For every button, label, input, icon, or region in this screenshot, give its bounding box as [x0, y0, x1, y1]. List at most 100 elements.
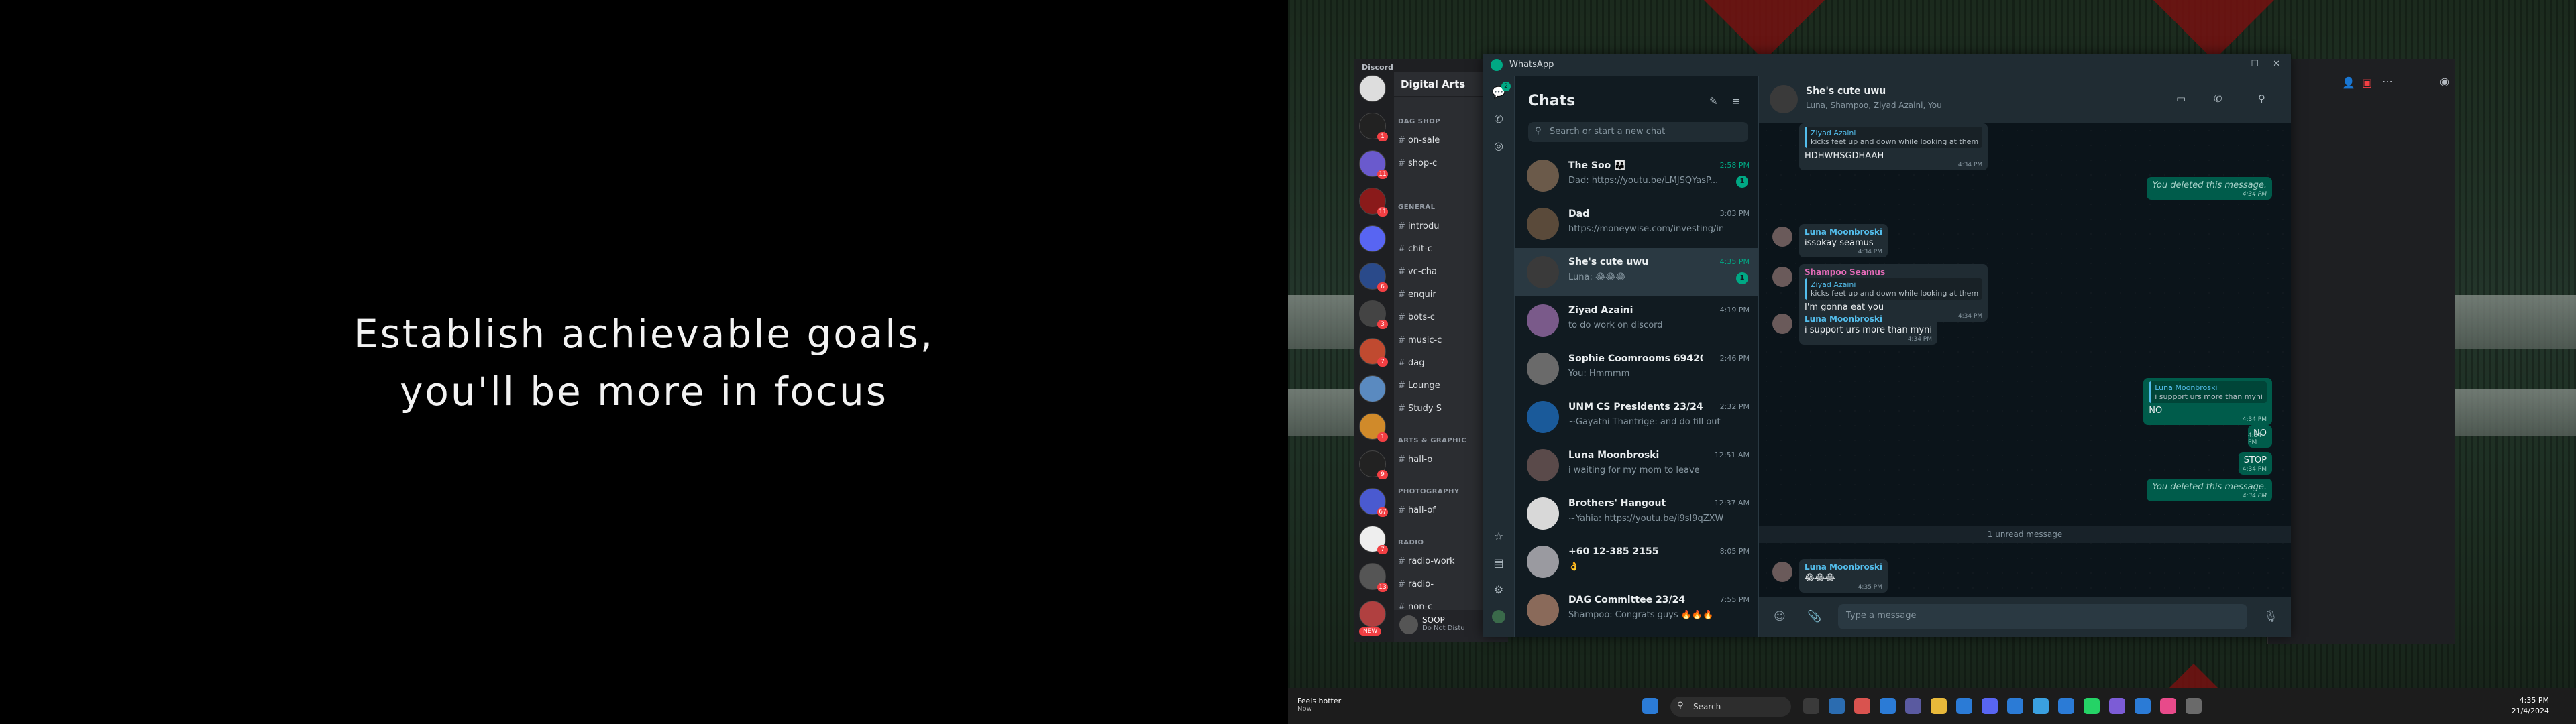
group-avatar[interactable]	[1770, 85, 1798, 113]
taskbar-app-icon[interactable]	[1931, 698, 1947, 714]
server-icon[interactable]: 9	[1359, 450, 1388, 479]
outgoing-message[interactable]: STOP 4:34 PM	[2238, 452, 2272, 475]
taskbar-app-icon[interactable]	[1803, 698, 1819, 714]
taskbar-app-icon[interactable]	[2160, 698, 2176, 714]
quoted-message[interactable]: Ziyad Azaini kicks feet up and down while…	[1805, 127, 1983, 148]
status-icon[interactable]: ◎	[1492, 139, 1505, 153]
chat-list-item[interactable]: Sophie Coomrooms 69420 You: Hmmmm 2:46 PM	[1515, 345, 1759, 393]
channel-category[interactable]: ARTS & GRAPHIC	[1398, 437, 1466, 444]
channel-item[interactable]: # hall-o	[1398, 455, 1432, 465]
taskbar-app-icon[interactable]	[1956, 698, 1972, 714]
chat-list-item[interactable]: She's cute uwu Luna: 😂😂😂 4:35 PM 1	[1515, 248, 1759, 296]
start-icon[interactable]	[1642, 698, 1658, 714]
outgoing-message[interactable]: Luna Moonbroski i support urs more than m…	[2143, 378, 2272, 425]
voice-call-icon[interactable]: ✆	[2214, 93, 2222, 105]
taskbar-app-icon[interactable]	[2084, 698, 2100, 714]
server-icon[interactable]: 3	[1359, 300, 1388, 329]
taskbar-app-icon[interactable]	[2135, 698, 2151, 714]
message-input[interactable]: Type a message	[1838, 604, 2247, 629]
conversation-header[interactable]: She's cute uwu Luna, Shampoo, Ziyad Azai…	[1759, 76, 2291, 123]
incoming-message[interactable]: Luna Moonbroski 😂😂😂 4:35 PM	[1799, 559, 1888, 593]
taskbar-app-icon[interactable]	[1982, 698, 1998, 714]
taskbar-app-icon[interactable]	[1880, 698, 1896, 714]
archive-icon[interactable]: ▤	[1492, 556, 1505, 570]
emoji-icon[interactable]: ☺	[1774, 610, 1786, 623]
channel-item[interactable]: # hall-of	[1398, 505, 1436, 516]
channel-category[interactable]: PHOTOGRAPHY	[1398, 488, 1460, 495]
server-icon[interactable]: 11	[1359, 150, 1388, 179]
channel-item[interactable]: # Study S	[1398, 404, 1442, 414]
starred-icon[interactable]: ☆	[1492, 530, 1505, 543]
search-icon[interactable]: ⚲	[2258, 93, 2265, 105]
channel-item[interactable]: # radio-work	[1398, 556, 1455, 566]
taskbar-app-icon[interactable]	[1829, 698, 1845, 714]
server-icon[interactable]	[1359, 601, 1386, 627]
mic-icon[interactable]: 🎙	[2263, 610, 2278, 623]
channel-item[interactable]: # chit-c	[1398, 244, 1432, 254]
incoming-message[interactable]: Luna Moonbroski issokay seamus 4:34 PM	[1799, 224, 1888, 257]
taskbar-app-icon[interactable]	[2186, 698, 2202, 714]
close-icon[interactable]: ✕	[2273, 59, 2280, 69]
channel-category[interactable]: DAG SHOP	[1398, 118, 1440, 125]
clock[interactable]: 4:35 PM 21/4/2024	[2512, 695, 2549, 717]
taskbar-app-icon[interactable]	[1854, 698, 1870, 714]
channel-item[interactable]: # music-c	[1398, 335, 1442, 345]
server-icon[interactable]	[1359, 225, 1386, 252]
server-icon[interactable]: 6	[1359, 263, 1388, 292]
server-icon[interactable]: 1	[1359, 413, 1388, 442]
chat-list-item[interactable]: Dad https://moneywise.com/investing/inve.…	[1515, 200, 1759, 248]
channel-item[interactable]: # vc-cha	[1398, 267, 1437, 277]
video-call-icon[interactable]: ▭	[2176, 93, 2186, 105]
new-chat-icon[interactable]: ✎	[1709, 95, 1718, 107]
server-icon[interactable]	[1359, 375, 1386, 402]
channel-category[interactable]: RADIO	[1398, 539, 1424, 546]
incoming-message[interactable]: Ziyad Azaini kicks feet up and down while…	[1799, 123, 1988, 170]
channel-category[interactable]: GENERAL	[1398, 204, 1436, 211]
chat-list-item[interactable]: +60 12-385 2155 👌 8:05 PM	[1515, 538, 1759, 586]
taskbar-app-icon[interactable]	[2058, 698, 2074, 714]
more-icon[interactable]: ⋯	[2382, 75, 2393, 88]
server-icon[interactable]: 7	[1359, 338, 1388, 367]
chat-icon[interactable]: ◉	[2440, 75, 2449, 88]
conversation-name[interactable]: She's cute uwu	[1806, 86, 1886, 97]
chat-list-item[interactable]: DAG Committee 23/24 Shampoo: Congrats guy…	[1515, 586, 1759, 634]
taskbar-app-icon[interactable]	[1905, 698, 1921, 714]
taskbar-app-icon[interactable]	[2109, 698, 2125, 714]
chat-list-item[interactable]: UNM CS Presidents 23/24 ~Gayathi Thantrig…	[1515, 393, 1759, 441]
server-icon[interactable]: 7	[1359, 526, 1388, 554]
quoted-message[interactable]: Luna Moonbroski i support urs more than m…	[2149, 381, 2267, 403]
server-icon[interactable]: 11	[1359, 188, 1388, 217]
channel-item[interactable]: # introdu	[1398, 221, 1439, 231]
filter-icon[interactable]: ≡	[1732, 95, 1741, 107]
add-friend-icon[interactable]: 👤	[2342, 76, 2355, 89]
incoming-message[interactable]: Luna Moonbroski i support urs more than m…	[1799, 311, 1937, 345]
server-icon[interactable]: 13	[1359, 563, 1388, 592]
taskbar-app-icon[interactable]	[2007, 698, 2023, 714]
outgoing-message[interactable]: You deleted this message. 4:34 PM	[2147, 479, 2272, 501]
channel-item[interactable]: # radio-	[1398, 579, 1434, 589]
chat-list-item[interactable]: Luna Moonbroski i waiting for my mom to l…	[1515, 441, 1759, 489]
channel-item[interactable]: # enquir	[1398, 290, 1436, 300]
outgoing-message[interactable]: NO 4:34 PM	[2248, 425, 2272, 448]
quoted-message[interactable]: Ziyad Azaini kicks feet up and down while…	[1805, 278, 1983, 300]
outgoing-message[interactable]: You deleted this message. 4:34 PM	[2147, 177, 2272, 200]
profile-avatar[interactable]	[1492, 610, 1505, 623]
channel-item[interactable]: # dag	[1398, 358, 1425, 368]
channel-item[interactable]: # Lounge	[1398, 381, 1440, 391]
maximize-icon[interactable]: ☐	[2251, 59, 2259, 69]
chat-list-item[interactable]: Brothers' Hangout ~Yahia: https://youtu.b…	[1515, 489, 1759, 538]
channel-item[interactable]: # bots-c	[1398, 312, 1435, 322]
settings-icon[interactable]: ⚙	[1492, 583, 1505, 597]
server-icon[interactable]: 67	[1359, 488, 1388, 517]
channel-item[interactable]: # shop-c	[1398, 158, 1437, 168]
chat-list-item[interactable]: The Soo 👪 Dad: https://youtu.be/LMJSQYasP…	[1515, 152, 1759, 200]
taskbar-app-icon[interactable]	[2033, 698, 2049, 714]
weather-widget[interactable]: Feels hotter Now	[1297, 697, 1341, 713]
minimize-icon[interactable]: —	[2229, 59, 2237, 69]
taskbar-search[interactable]: ⚲ Search	[1670, 697, 1791, 717]
server-icon[interactable]: 1	[1359, 113, 1388, 141]
calls-icon[interactable]: ✆	[1492, 113, 1505, 126]
server-icon[interactable]	[1359, 75, 1386, 102]
channel-item[interactable]: # on-sale	[1398, 135, 1440, 145]
inbox-icon[interactable]: ▣	[2362, 76, 2372, 89]
